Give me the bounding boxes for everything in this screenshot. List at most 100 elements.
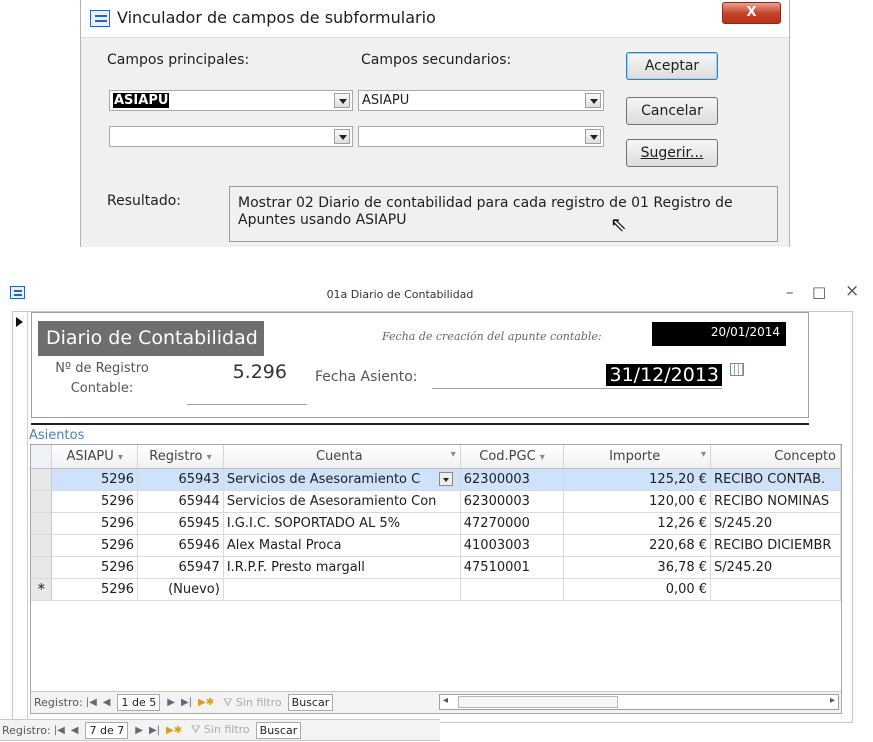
record-position-input[interactable]: 7 de 7 xyxy=(85,721,129,739)
cell-cod-pgc[interactable] xyxy=(460,578,565,601)
column-header-cod-pgc[interactable]: Cod.PGC ▾ xyxy=(460,445,565,469)
scrollbar-thumb[interactable] xyxy=(458,696,618,708)
cell-cuenta[interactable] xyxy=(223,578,461,601)
cell-registro[interactable]: 65947 xyxy=(137,556,224,579)
main-field-2-combo[interactable] xyxy=(109,126,353,147)
calendar-icon[interactable] xyxy=(730,363,744,376)
cell-concepto[interactable]: RECIBO DICIEMBR xyxy=(710,534,841,557)
search-input[interactable]: Buscar xyxy=(255,721,302,739)
chevron-down-icon[interactable] xyxy=(334,129,350,144)
row-selector[interactable] xyxy=(31,468,53,491)
close-button[interactable]: × xyxy=(845,281,859,301)
table-row[interactable]: 5296 65943 Servicios de Asesoramiento C … xyxy=(31,468,841,491)
last-record-icon[interactable]: ▶| xyxy=(181,697,192,708)
row-selector[interactable] xyxy=(31,556,53,579)
cell-cuenta[interactable]: Alex Mastal Proca xyxy=(223,534,461,557)
maximize-button[interactable]: □ xyxy=(812,283,826,301)
cell-registro[interactable]: 65943 xyxy=(137,468,224,491)
row-selector[interactable] xyxy=(31,512,53,535)
column-header-asiapu[interactable]: ASIAPU ▾ xyxy=(51,445,139,469)
entry-date-field[interactable]: 31/12/2013 xyxy=(432,362,722,389)
column-header-concepto[interactable]: Concepto xyxy=(710,445,841,469)
cell-asiapu[interactable]: 5296 xyxy=(51,490,139,513)
cell-cuenta[interactable]: I.G.I.C. SOPORTADO AL 5% xyxy=(223,512,461,535)
cell-asiapu[interactable]: 5296 xyxy=(51,578,139,601)
cell-cod-pgc[interactable]: 47270000 xyxy=(460,512,565,535)
cell-concepto[interactable]: S/245.20 xyxy=(710,556,841,579)
column-header-registro[interactable]: Registro ▾ xyxy=(137,445,224,469)
cell-importe[interactable]: 12,26 € xyxy=(563,512,712,535)
cell-cuenta[interactable]: Servicios de Asesoramiento C xyxy=(223,468,461,491)
column-header-importe[interactable]: Importe ▾ xyxy=(563,445,712,469)
cell-cod-pgc[interactable]: 41003003 xyxy=(460,534,565,557)
suggest-button[interactable]: Sugerir... xyxy=(626,139,718,167)
filter-toggle[interactable]: ⛛ Sin filtro xyxy=(223,696,282,710)
chevron-down-icon[interactable]: ▾ xyxy=(701,449,706,460)
chevron-down-icon[interactable]: ▾ xyxy=(118,452,123,463)
chevron-down-icon[interactable] xyxy=(438,472,453,486)
cell-importe[interactable]: 36,78 € xyxy=(563,556,712,579)
cancel-button[interactable]: Cancelar xyxy=(626,97,718,125)
row-selector[interactable] xyxy=(31,534,53,557)
cell-cuenta[interactable]: Servicios de Asesoramiento Con xyxy=(223,490,461,513)
creation-date-field[interactable]: 20/01/2014 xyxy=(652,322,786,346)
chevron-down-icon[interactable]: ▾ xyxy=(540,452,545,463)
cell-concepto[interactable]: RECIBO CONTAB. xyxy=(710,468,841,491)
cell-concepto[interactable] xyxy=(710,578,841,601)
cell-concepto[interactable]: S/245.20 xyxy=(710,512,841,535)
chevron-down-icon[interactable] xyxy=(585,129,601,144)
scroll-left-icon[interactable]: ◂ xyxy=(443,695,448,706)
search-input[interactable]: Buscar xyxy=(287,694,334,711)
cell-cod-pgc[interactable]: 47510001 xyxy=(460,556,565,579)
chevron-down-icon[interactable] xyxy=(334,93,350,108)
next-record-icon[interactable]: ▶ xyxy=(167,697,175,708)
secondary-field-1-combo[interactable]: ASIAPU xyxy=(358,90,604,111)
accept-button[interactable]: Aceptar xyxy=(626,52,718,80)
new-record-icon[interactable]: ▶✱ xyxy=(198,697,214,708)
secondary-field-2-combo[interactable] xyxy=(358,126,604,147)
table-row[interactable]: 5296 65946 Alex Mastal Proca 41003003 22… xyxy=(31,534,841,557)
chevron-down-icon[interactable]: ▾ xyxy=(207,452,212,463)
cell-registro[interactable]: 65946 xyxy=(137,534,224,557)
horizontal-scrollbar[interactable]: ◂ ▸ xyxy=(439,694,839,710)
select-all-corner[interactable] xyxy=(31,445,53,469)
cell-asiapu[interactable]: 5296 xyxy=(51,512,139,535)
record-selector[interactable] xyxy=(13,312,28,722)
chevron-down-icon[interactable] xyxy=(585,93,601,108)
last-record-icon[interactable]: ▶| xyxy=(149,725,160,736)
minimize-button[interactable]: – xyxy=(786,283,794,301)
cell-registro[interactable]: (Nuevo) xyxy=(137,578,224,601)
cell-importe[interactable]: 120,00 € xyxy=(563,490,712,513)
cell-importe[interactable]: 0,00 € xyxy=(563,578,712,601)
cell-cuenta[interactable]: I.R.P.F. Presto margall xyxy=(223,556,461,579)
filter-toggle[interactable]: ⛛ Sin filtro xyxy=(191,723,250,737)
record-position-input[interactable]: 1 de 5 xyxy=(117,694,161,711)
previous-record-icon[interactable]: ◀ xyxy=(103,697,111,708)
scroll-right-icon[interactable]: ▸ xyxy=(830,695,835,706)
cell-registro[interactable]: 65945 xyxy=(137,512,224,535)
next-record-icon[interactable]: ▶ xyxy=(135,725,143,736)
table-row[interactable]: 5296 65945 I.G.I.C. SOPORTADO AL 5% 4727… xyxy=(31,512,841,535)
new-record-icon[interactable]: ▶✱ xyxy=(166,725,182,736)
new-record-row[interactable]: * 5296 (Nuevo) 0,00 € xyxy=(31,578,841,601)
row-selector[interactable] xyxy=(31,490,53,513)
cell-importe[interactable]: 220,68 € xyxy=(563,534,712,557)
cell-cod-pgc[interactable]: 62300003 xyxy=(460,490,565,513)
first-record-icon[interactable]: |◀ xyxy=(54,725,65,736)
first-record-icon[interactable]: |◀ xyxy=(86,697,97,708)
cell-asiapu[interactable]: 5296 xyxy=(51,468,139,491)
cell-registro[interactable]: 65944 xyxy=(137,490,224,513)
table-row[interactable]: 5296 65944 Servicios de Asesoramiento Co… xyxy=(31,490,841,513)
chevron-down-icon[interactable]: ▾ xyxy=(451,449,456,460)
column-header-cuenta[interactable]: Cuenta ▾ xyxy=(223,445,461,469)
cell-asiapu[interactable]: 5296 xyxy=(51,534,139,557)
cell-cod-pgc[interactable]: 62300003 xyxy=(460,468,565,491)
cell-importe[interactable]: 125,20 € xyxy=(563,468,712,491)
previous-record-icon[interactable]: ◀ xyxy=(71,725,79,736)
dialog-close-button[interactable]: X xyxy=(722,2,781,24)
record-number-field[interactable]: 5.296 xyxy=(187,357,307,405)
new-record-marker[interactable]: * xyxy=(31,578,53,601)
cell-concepto[interactable]: RECIBO NOMINAS xyxy=(710,490,841,513)
main-field-1-combo[interactable]: ASIAPU xyxy=(109,90,353,111)
table-row[interactable]: 5296 65947 I.R.P.F. Presto margall 47510… xyxy=(31,556,841,579)
